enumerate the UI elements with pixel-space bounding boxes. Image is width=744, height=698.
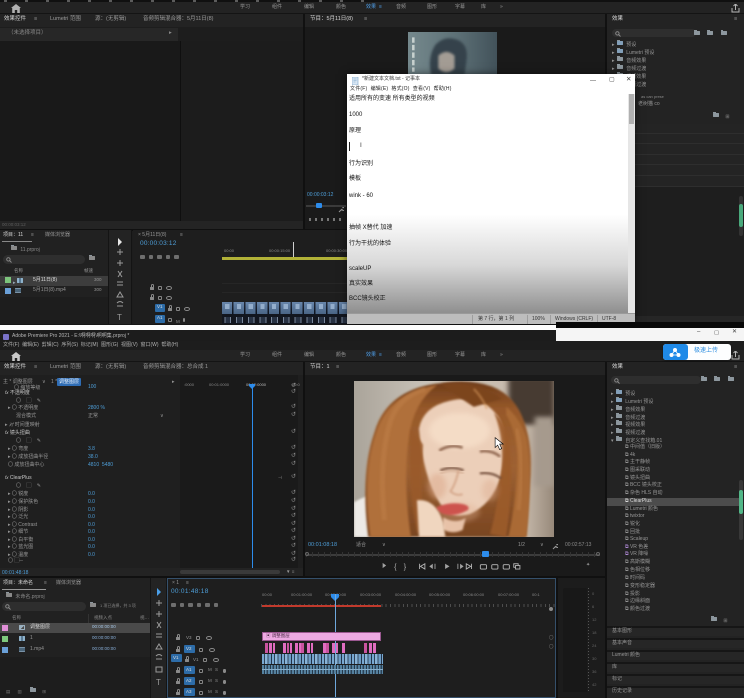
svg-text:{: { [394,564,397,571]
svg-text:}: } [404,564,407,571]
svg-text:T: T [156,678,161,687]
svg-text:T: T [117,313,122,322]
